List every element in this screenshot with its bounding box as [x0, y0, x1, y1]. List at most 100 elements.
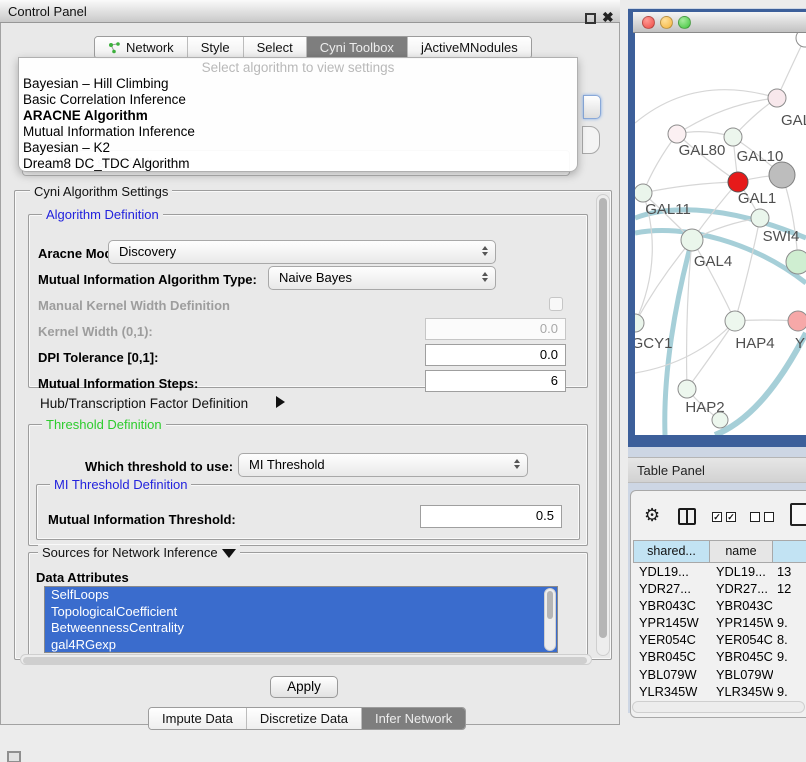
- data-attributes-list[interactable]: SelfLoopsTopologicalCoefficientBetweenne…: [44, 586, 558, 653]
- network-node-hap4[interactable]: [725, 311, 745, 331]
- table-cell: 9.: [773, 648, 806, 665]
- settings-scrollbar-thumb[interactable]: [599, 198, 607, 638]
- close-icon[interactable]: ✖: [602, 9, 614, 26]
- table-row[interactable]: YBR045CYBR045C9.: [633, 648, 806, 665]
- combo-arrows-icon: [482, 272, 488, 282]
- algorithm-option[interactable]: Basic Correlation Inference: [19, 92, 577, 108]
- traffic-light-zoom-icon[interactable]: [678, 16, 691, 29]
- table-row[interactable]: YBL079WYBL079W: [633, 666, 806, 683]
- checked-column-icon[interactable]: ✓: [726, 512, 736, 522]
- attr-list-scrollbar-track[interactable]: [544, 588, 556, 651]
- algorithm-placeholder: Select algorithm to view settings: [19, 58, 577, 76]
- tab-infer-network[interactable]: Infer Network: [361, 708, 465, 729]
- control-panel-title: Control Panel: [8, 4, 87, 19]
- table-row[interactable]: YLR345WYLR345W9.: [633, 683, 806, 700]
- table-cell: YBL079W: [710, 666, 773, 683]
- attribute-item[interactable]: gal4RGexp: [45, 637, 557, 654]
- tab-style[interactable]: Style: [187, 37, 243, 58]
- node-label-hap4: HAP4: [735, 335, 774, 352]
- table-row[interactable]: YPR145WYPR145W9.: [633, 614, 806, 631]
- document-icon[interactable]: [790, 503, 806, 526]
- collapse-triangle-icon[interactable]: [222, 549, 236, 558]
- attribute-item[interactable]: SelfLoops: [45, 587, 557, 604]
- dock-button[interactable]: [7, 751, 21, 762]
- unchecked-column-icon[interactable]: [764, 512, 774, 522]
- algorithm-option[interactable]: Bayesian – K2: [19, 140, 577, 156]
- tab-jactivemnodules[interactable]: jActiveMNodules: [407, 37, 531, 58]
- mi-type-combo[interactable]: Naive Bayes: [268, 266, 496, 290]
- attr-list-scrollbar-thumb[interactable]: [547, 591, 553, 619]
- table-cell: 12: [773, 580, 806, 597]
- expand-triangle-icon[interactable]: [276, 396, 285, 408]
- network-node[interactable]: [769, 162, 795, 188]
- network-node[interactable]: [712, 412, 728, 428]
- tab-network[interactable]: Network: [95, 37, 187, 58]
- network-node-gal[interactable]: [768, 89, 786, 107]
- tab-label: jActiveMNodules: [421, 40, 518, 55]
- network-node-swi4[interactable]: [751, 209, 769, 227]
- unchecked-column-icon[interactable]: [750, 512, 760, 522]
- tab-discretize-data[interactable]: Discretize Data: [246, 708, 361, 729]
- traffic-light-close-icon[interactable]: [642, 16, 655, 29]
- which-threshold-combo[interactable]: MI Threshold: [238, 453, 528, 477]
- network-window-titlebar[interactable]: [633, 12, 806, 33]
- network-node-hap2[interactable]: [678, 380, 696, 398]
- table-row[interactable]: YER054CYER054C8.: [633, 631, 806, 648]
- aracne-mode-combo[interactable]: Discovery: [108, 240, 496, 264]
- gear-icon[interactable]: ⚙: [644, 505, 660, 526]
- table-row[interactable]: YDL19...YDL19...13: [633, 563, 806, 580]
- network-node-y[interactable]: [788, 311, 806, 331]
- column-header-attr[interactable]: [773, 540, 806, 563]
- bottom-tab-strip: Impute DataDiscretize DataInfer Network: [148, 707, 466, 730]
- control-panel-titlebar: Control Panel ✖: [0, 0, 620, 23]
- network-node[interactable]: [786, 250, 806, 274]
- settings-scrollbar-track[interactable]: [596, 194, 610, 656]
- focused-combo-fragment[interactable]: [583, 95, 601, 119]
- table-panel-titlebar: Table Panel: [628, 457, 806, 483]
- column-header-shared...[interactable]: shared...: [633, 540, 710, 563]
- tab-label: Select: [257, 40, 293, 55]
- dpi-tolerance-field[interactable]: 0.0: [425, 344, 566, 366]
- attribute-item[interactable]: TopologicalCoefficient: [45, 604, 557, 621]
- network-node-gal80[interactable]: [668, 125, 686, 143]
- node-label-gal80: GAL80: [679, 142, 726, 159]
- tab-select[interactable]: Select: [243, 37, 306, 58]
- network-node-gal10[interactable]: [724, 128, 742, 146]
- algorithm-option[interactable]: Mutual Information Inference: [19, 124, 577, 140]
- attribute-item[interactable]: BetweennessCentrality: [45, 620, 557, 637]
- table-hscrollbar-track[interactable]: [632, 701, 805, 713]
- sources-legend[interactable]: Sources for Network Inference: [38, 545, 240, 560]
- checked-column-icon[interactable]: ✓: [712, 512, 722, 522]
- table-cell: YDR27...: [710, 580, 773, 597]
- hub-definition-label[interactable]: Hub/Transcription Factor Definition: [40, 396, 248, 411]
- table-cell: 8.: [773, 631, 806, 648]
- table-row[interactable]: YDR27...YDR27...12: [633, 580, 806, 597]
- network-node-gal1[interactable]: [728, 172, 748, 192]
- traffic-light-minimize-icon[interactable]: [660, 16, 673, 29]
- tab-impute-data[interactable]: Impute Data: [149, 708, 246, 729]
- settings-hscrollbar-thumb[interactable]: [23, 657, 587, 664]
- settings-hscrollbar-track[interactable]: [20, 654, 592, 665]
- apply-button[interactable]: Apply: [270, 676, 338, 698]
- which-threshold-value: MI Threshold: [249, 457, 325, 472]
- network-canvas[interactable]: GALGAL80GAL10GAL1GAL11SWI4GAL4GCY1HAP4YH…: [635, 33, 806, 435]
- tab-label: Network: [126, 40, 174, 55]
- mi-steps-field[interactable]: 6: [425, 370, 566, 392]
- float-window-icon[interactable]: [585, 13, 596, 24]
- manual-kernel-checkbox[interactable]: [549, 297, 563, 311]
- network-node[interactable]: [796, 33, 806, 47]
- network-node-gal11[interactable]: [635, 184, 652, 202]
- network-node-gal4[interactable]: [681, 229, 703, 251]
- which-threshold-label: Which threshold to use:: [85, 459, 233, 474]
- kernel-width-field[interactable]: 0.0: [425, 318, 566, 340]
- algorithm-option[interactable]: ARACNE Algorithm: [19, 108, 577, 124]
- tab-cyni-toolbox[interactable]: Cyni Toolbox: [306, 37, 407, 58]
- algorithm-option[interactable]: Dream8 DC_TDC Algorithm: [19, 156, 577, 172]
- split-view-icon[interactable]: [678, 508, 696, 525]
- column-header-name[interactable]: name: [710, 540, 773, 563]
- algorithm-option[interactable]: Bayesian – Hill Climbing: [19, 76, 577, 92]
- network-node-gcy1[interactable]: [635, 314, 644, 332]
- node-label-gal10: GAL10: [737, 148, 784, 165]
- table-row[interactable]: YBR043CYBR043C: [633, 597, 806, 614]
- mi-threshold-field[interactable]: 0.5: [420, 505, 562, 528]
